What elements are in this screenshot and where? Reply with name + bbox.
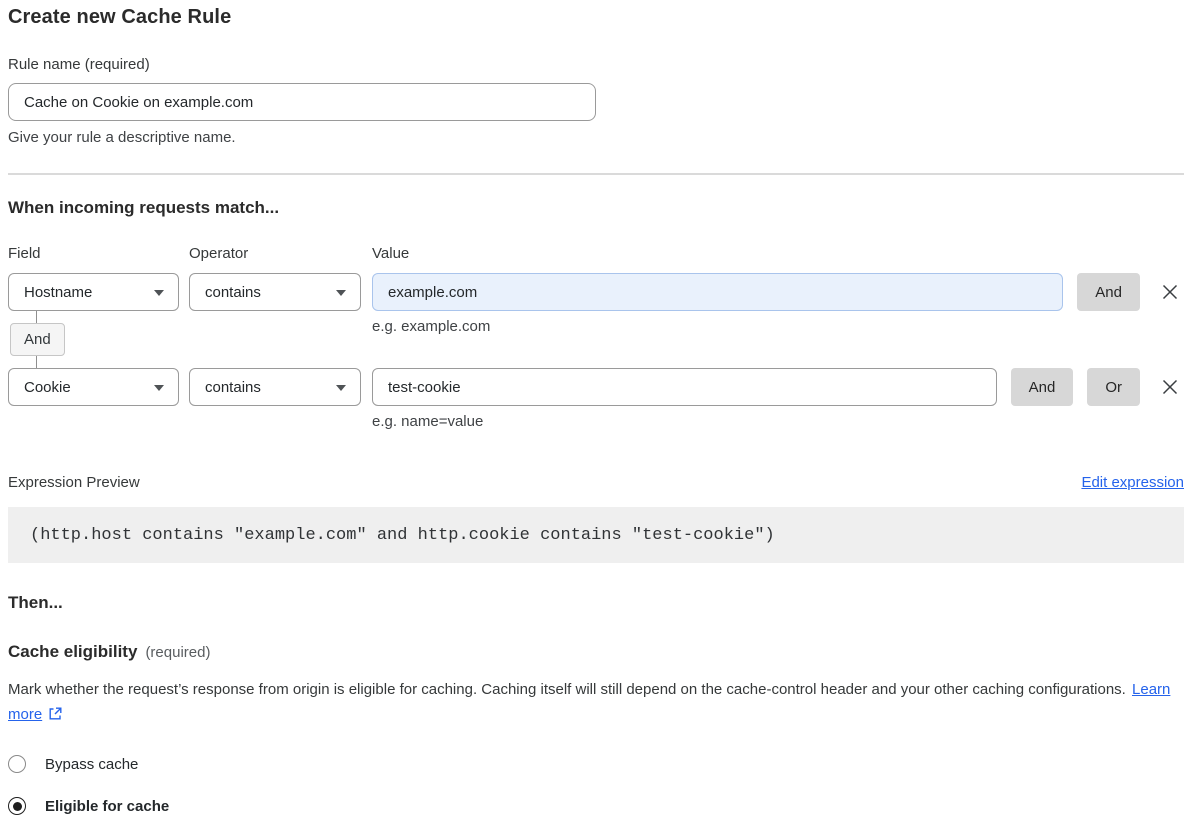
field-select[interactable]: Hostname bbox=[8, 273, 179, 311]
value-input[interactable] bbox=[372, 368, 997, 406]
field-select-value: Hostname bbox=[24, 284, 92, 301]
operator-select-value: contains bbox=[205, 379, 261, 396]
connector-and-chip[interactable]: And bbox=[10, 323, 65, 356]
chevron-down-icon bbox=[336, 385, 346, 391]
rule-name-help: Give your rule a descriptive name. bbox=[8, 129, 1184, 146]
cache-eligibility-title: Cache eligibility bbox=[8, 642, 137, 662]
and-button[interactable]: And bbox=[1011, 368, 1074, 406]
edit-expression-link[interactable]: Edit expression bbox=[1081, 474, 1184, 491]
page-title: Create new Cache Rule bbox=[8, 6, 1184, 29]
expression-code-text: (http.host contains "example.com" and ht… bbox=[30, 526, 775, 545]
match-heading: When incoming requests match... bbox=[8, 198, 1184, 218]
field-column-header: Field bbox=[8, 245, 179, 262]
remove-condition-button[interactable] bbox=[1160, 377, 1180, 397]
chevron-down-icon bbox=[154, 290, 164, 296]
value-input[interactable] bbox=[372, 273, 1063, 311]
or-button[interactable]: Or bbox=[1087, 368, 1140, 406]
rule-name-label: Rule name (required) bbox=[8, 56, 1184, 73]
close-icon bbox=[1161, 378, 1179, 396]
section-divider bbox=[8, 173, 1184, 175]
match-row: Hostname contains And bbox=[8, 273, 1184, 311]
field-select[interactable]: Cookie bbox=[8, 368, 179, 406]
external-link-icon bbox=[48, 706, 63, 721]
radio-label: Eligible for cache bbox=[45, 798, 169, 815]
cache-eligibility-description: Mark whether the request’s response from… bbox=[8, 677, 1184, 727]
value-hint: e.g. name=value bbox=[372, 413, 1184, 430]
operator-select[interactable]: contains bbox=[189, 273, 361, 311]
operator-select[interactable]: contains bbox=[189, 368, 361, 406]
then-heading: Then... bbox=[8, 593, 1184, 613]
required-note: (required) bbox=[145, 644, 210, 661]
radio-option-bypass-cache[interactable]: Bypass cache bbox=[8, 755, 1184, 773]
value-hint: e.g. example.com bbox=[372, 318, 490, 335]
operator-column-header: Operator bbox=[189, 245, 361, 262]
close-icon bbox=[1161, 283, 1179, 301]
chevron-down-icon bbox=[336, 290, 346, 296]
radio-option-eligible-for-cache[interactable]: Eligible for cache bbox=[8, 797, 1184, 815]
expression-preview-code: (http.host contains "example.com" and ht… bbox=[8, 507, 1184, 563]
description-text: Mark whether the request’s response from… bbox=[8, 681, 1126, 698]
value-column-header: Value bbox=[372, 245, 409, 262]
remove-condition-button[interactable] bbox=[1160, 282, 1180, 302]
radio-selected-icon bbox=[8, 797, 26, 815]
radio-unselected-icon bbox=[8, 755, 26, 773]
field-select-value: Cookie bbox=[24, 379, 71, 396]
expression-header: Expression Preview Edit expression bbox=[8, 474, 1184, 491]
radio-label: Bypass cache bbox=[45, 756, 138, 773]
match-column-headers: Field Operator Value bbox=[8, 245, 1184, 262]
match-row: Cookie contains And Or bbox=[8, 368, 1184, 406]
create-cache-rule-page: Create new Cache Rule Rule name (require… bbox=[8, 0, 1184, 815]
condition-connector-zone: And e.g. example.com bbox=[8, 311, 1184, 368]
chevron-down-icon bbox=[154, 385, 164, 391]
operator-select-value: contains bbox=[205, 284, 261, 301]
cache-eligibility-heading: Cache eligibility (required) bbox=[8, 642, 1184, 662]
rule-name-input[interactable] bbox=[8, 83, 596, 121]
expression-preview-label: Expression Preview bbox=[8, 474, 140, 491]
and-button[interactable]: And bbox=[1077, 273, 1140, 311]
radio-dot bbox=[13, 802, 22, 811]
